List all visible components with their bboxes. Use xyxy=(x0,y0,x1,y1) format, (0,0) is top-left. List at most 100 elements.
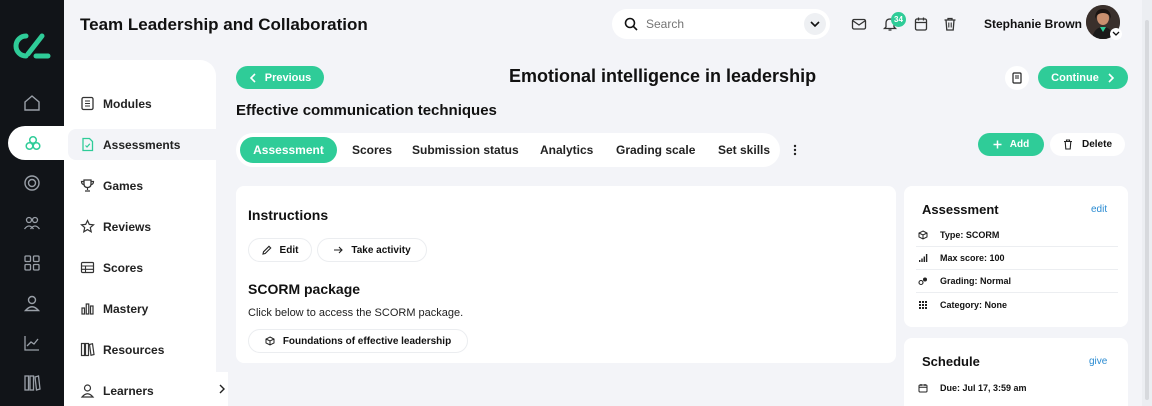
tab-submission-status[interactable]: Submission status xyxy=(412,137,519,163)
more-vertical-icon xyxy=(793,144,797,156)
page-title: Emotional intelligence in leadership xyxy=(509,66,817,86)
assessment-doc-icon xyxy=(82,137,94,152)
subnav-item-learners[interactable]: Learners xyxy=(68,375,216,406)
subnav-item-assessments[interactable]: Assessments xyxy=(68,129,216,160)
edit-label: Edit xyxy=(279,244,299,256)
star-icon xyxy=(80,219,95,234)
search-bar[interactable] xyxy=(612,9,830,39)
scorm-heading: SCORM package xyxy=(248,281,361,297)
subnav-item-reviews[interactable]: Reviews xyxy=(68,211,216,242)
scorm-package-button[interactable]: Foundations of effective leadership xyxy=(248,329,468,353)
subnav-label: Reviews xyxy=(103,219,152,234)
books-icon xyxy=(80,342,95,357)
chevron-down-icon xyxy=(810,20,820,27)
schedule-heading: Schedule xyxy=(922,354,980,369)
rail-target[interactable] xyxy=(0,166,64,200)
people-icon xyxy=(23,216,41,230)
rail-chart[interactable] xyxy=(0,326,64,360)
notebook-icon xyxy=(1012,72,1022,84)
grading-icon xyxy=(918,277,927,286)
chevron-right-icon xyxy=(1108,72,1114,83)
detail-row-type: Type: SCORM xyxy=(916,224,1118,247)
rail-user[interactable] xyxy=(0,286,64,320)
user-menu-toggle[interactable] xyxy=(1110,28,1122,40)
subnav-label: Games xyxy=(103,178,144,193)
subnav-label: Resources xyxy=(103,342,165,357)
subnav-item-games[interactable]: Games xyxy=(68,170,216,201)
search-input[interactable] xyxy=(646,17,786,31)
chevron-down-icon xyxy=(1112,31,1120,36)
add-button[interactable]: Add xyxy=(978,133,1044,156)
tab-assessment[interactable]: Assessment xyxy=(240,137,337,163)
assessments-icon xyxy=(25,135,41,151)
edit-instructions-button[interactable]: Edit xyxy=(248,238,312,262)
subnav-item-resources[interactable]: Resources xyxy=(68,334,216,365)
logo-icon[interactable] xyxy=(12,32,52,60)
rail-people[interactable] xyxy=(0,206,64,240)
mail-icon[interactable] xyxy=(851,16,867,32)
grid-icon xyxy=(24,255,40,271)
signal-icon xyxy=(919,254,928,262)
user-icon xyxy=(23,295,41,312)
calendar-icon xyxy=(918,383,928,392)
previous-button[interactable]: Previous xyxy=(236,66,324,89)
more-tabs-button[interactable] xyxy=(788,140,802,160)
tab-analytics[interactable]: Analytics xyxy=(540,137,593,163)
subnav-item-mastery[interactable]: Mastery xyxy=(68,293,216,324)
detail-text: Max score: 100 xyxy=(940,253,1005,263)
section-subtitle: Effective communication techniques xyxy=(236,102,497,119)
detail-row-category: Category: None xyxy=(916,293,1118,316)
rail-books[interactable] xyxy=(0,366,64,400)
books-icon xyxy=(24,375,41,391)
cube-icon xyxy=(265,336,275,346)
table-icon xyxy=(80,261,95,274)
category-grid-icon xyxy=(919,300,927,309)
subnav-label: Modules xyxy=(103,96,152,111)
continue-button[interactable]: Continue xyxy=(1038,66,1128,89)
plus-icon xyxy=(993,140,1002,149)
detail-text: Category: None xyxy=(940,299,1008,310)
detail-text: Due: Jul 17, 3:59 am xyxy=(940,382,1027,393)
detail-text: Type: SCORM xyxy=(940,230,1000,240)
user-name: Stephanie Brown xyxy=(984,17,1083,31)
detail-row-max-score: Max score: 100 xyxy=(916,247,1118,270)
detail-row-grading: Grading: Normal xyxy=(916,270,1118,293)
cube-icon xyxy=(918,230,928,240)
target-icon xyxy=(24,175,40,191)
user-icon xyxy=(80,384,95,398)
rail-grid[interactable] xyxy=(0,246,64,280)
instructions-heading: Instructions xyxy=(248,207,329,223)
tab-grading-scale[interactable]: Grading scale xyxy=(616,137,695,163)
subnav-label: Mastery xyxy=(103,301,149,316)
arrow-right-icon xyxy=(334,246,344,254)
search-dropdown-button[interactable] xyxy=(804,13,826,35)
trash-icon xyxy=(1063,139,1072,150)
subnav-label: Learners xyxy=(103,383,154,398)
expand-sidebar-button[interactable] xyxy=(216,372,228,406)
course-title: Team Leadership and Collaboration xyxy=(80,15,368,34)
detail-text: Grading: Normal xyxy=(940,276,1012,286)
modules-icon xyxy=(81,96,94,111)
chevron-left-icon xyxy=(249,72,256,83)
subnav-item-modules[interactable]: Modules xyxy=(68,88,216,119)
subnav-label: Assessments xyxy=(103,137,181,152)
rail-home[interactable] xyxy=(0,86,64,120)
notes-button[interactable] xyxy=(1005,66,1029,90)
chart-icon xyxy=(24,336,39,351)
tab-set-skills[interactable]: Set skills xyxy=(718,137,770,163)
tab-scores[interactable]: Scores xyxy=(352,137,392,163)
page-scrollbar[interactable] xyxy=(1142,0,1152,406)
take-activity-label: Take activity xyxy=(351,244,411,256)
continue-label: Continue xyxy=(1051,71,1099,84)
scrollbar-thumb[interactable] xyxy=(1145,20,1149,400)
delete-button[interactable]: Delete xyxy=(1050,133,1125,156)
take-activity-button[interactable]: Take activity xyxy=(317,238,427,262)
chevron-right-icon xyxy=(219,384,225,394)
assessment-edit-link[interactable]: edit xyxy=(1091,204,1107,215)
notification-badge: 34 xyxy=(891,12,906,27)
bars-icon xyxy=(81,303,94,315)
calendar-icon[interactable] xyxy=(913,16,929,32)
schedule-give-link[interactable]: give xyxy=(1089,356,1107,367)
trash-icon[interactable] xyxy=(942,16,958,32)
subnav-item-scores[interactable]: Scores xyxy=(68,252,216,283)
